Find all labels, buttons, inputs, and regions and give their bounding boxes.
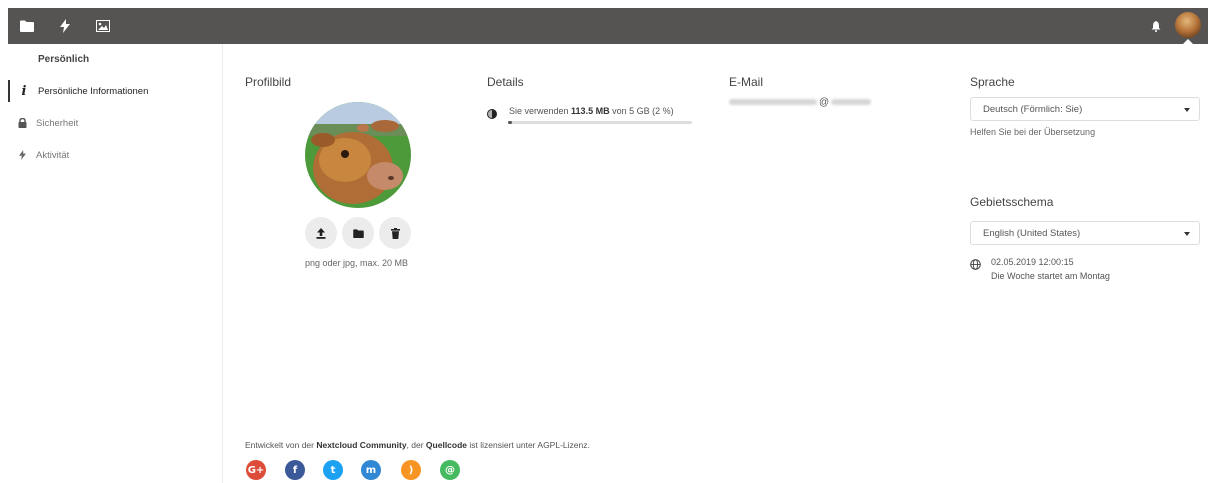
locale-datetime: 02.05.2019 12:00:15 xyxy=(991,257,1074,267)
locale-select[interactable]: English (United States) xyxy=(970,221,1200,245)
email-at-sign: @ xyxy=(819,96,830,108)
notifications-icon[interactable] xyxy=(1141,8,1171,44)
sidebar-item-label: Persönliche Informationen xyxy=(38,85,149,97)
quota-bar-fill xyxy=(508,121,512,124)
email-local-blurred xyxy=(729,99,817,105)
quota-pie-icon xyxy=(487,106,497,124)
social-glyph: G+ xyxy=(247,464,265,476)
language-selected: Deutsch (Förmlich: Sie) xyxy=(983,103,1083,115)
footer-text-part: , der xyxy=(406,440,426,450)
details-title: Details xyxy=(487,75,524,89)
gallery-icon[interactable] xyxy=(88,8,118,44)
sidebar-heading: Persönlich xyxy=(38,54,90,65)
menu-caret xyxy=(1182,39,1194,45)
footer-text-part: ist lizensiert unter AGPL-Lizenz. xyxy=(467,440,590,450)
mastodon-icon[interactable]: m xyxy=(361,460,381,480)
activity-icon[interactable] xyxy=(50,8,80,44)
chevron-down-icon xyxy=(1184,108,1190,112)
locale-week-start: Die Woche startet am Montag xyxy=(991,271,1110,281)
header-bar xyxy=(8,8,1208,45)
nextcloud-community-link[interactable]: Nextcloud Community xyxy=(316,440,406,450)
sidebar-item-label: Sicherheit xyxy=(36,117,79,129)
email-title: E-Mail xyxy=(729,75,764,89)
newsletter-icon[interactable]: @ xyxy=(440,460,460,480)
chevron-down-icon xyxy=(1184,232,1190,236)
footer-text: Entwickelt von der Nextcloud Community, … xyxy=(245,440,590,450)
facebook-icon[interactable]: f xyxy=(285,460,305,480)
profile-picture-title: Profilbild xyxy=(245,75,292,89)
user-avatar[interactable] xyxy=(1175,12,1201,38)
sidebar-item-label: Aktivität xyxy=(36,149,70,161)
sidebar-item-activity[interactable]: Aktivität xyxy=(8,144,222,166)
rss-icon[interactable]: ) xyxy=(401,460,421,480)
social-glyph: t xyxy=(330,464,336,476)
google-plus-icon[interactable]: G+ xyxy=(246,460,266,480)
choose-from-files-button[interactable] xyxy=(342,217,374,249)
source-code-link[interactable]: Quellcode xyxy=(426,440,467,450)
locale-title: Gebietsschema xyxy=(970,195,1054,209)
profile-picture xyxy=(305,102,411,208)
language-title: Sprache xyxy=(970,75,1015,89)
upload-photo-button[interactable] xyxy=(305,217,337,249)
folder-icon xyxy=(352,228,364,238)
profile-picture-hint: png oder jpg, max. 20 MB xyxy=(305,258,409,268)
sidebar-item-security[interactable]: Sicherheit xyxy=(8,112,222,134)
lock-icon xyxy=(8,118,36,128)
files-icon[interactable] xyxy=(12,8,42,44)
footer-text-part: Entwickelt von der xyxy=(245,440,317,450)
social-glyph: m xyxy=(365,464,377,476)
help-translate-link[interactable]: Helfen Sie bei der Übersetzung xyxy=(970,127,1095,137)
quota-prefix: Sie verwenden xyxy=(509,106,572,116)
upload-icon xyxy=(316,227,326,239)
social-glyph: @ xyxy=(445,464,455,476)
delete-icon xyxy=(390,227,400,239)
delete-photo-button[interactable] xyxy=(379,217,411,249)
language-select[interactable]: Deutsch (Förmlich: Sie) xyxy=(970,97,1200,121)
quota-suffix: von 5 GB (2 %) xyxy=(609,106,674,116)
quota-bar xyxy=(508,121,692,124)
globe-icon xyxy=(970,257,981,275)
settings-sidebar: Persönlich i Persönliche Informationen S… xyxy=(8,44,223,483)
email-domain-blurred xyxy=(831,99,872,105)
social-glyph: ) xyxy=(408,464,414,476)
social-glyph: f xyxy=(292,464,298,476)
quota-text: Sie verwenden 113.5 MB von 5 GB (2 %) xyxy=(509,106,674,116)
locale-selected: English (United States) xyxy=(983,227,1081,239)
twitter-icon[interactable]: t xyxy=(323,460,343,480)
sidebar-item-personal-info[interactable]: i Persönliche Informationen xyxy=(8,80,224,102)
activity-icon xyxy=(8,150,36,160)
email-value: @ xyxy=(729,96,872,108)
quota-amount: 113.5 MB xyxy=(571,106,610,116)
info-icon: i xyxy=(21,83,27,99)
